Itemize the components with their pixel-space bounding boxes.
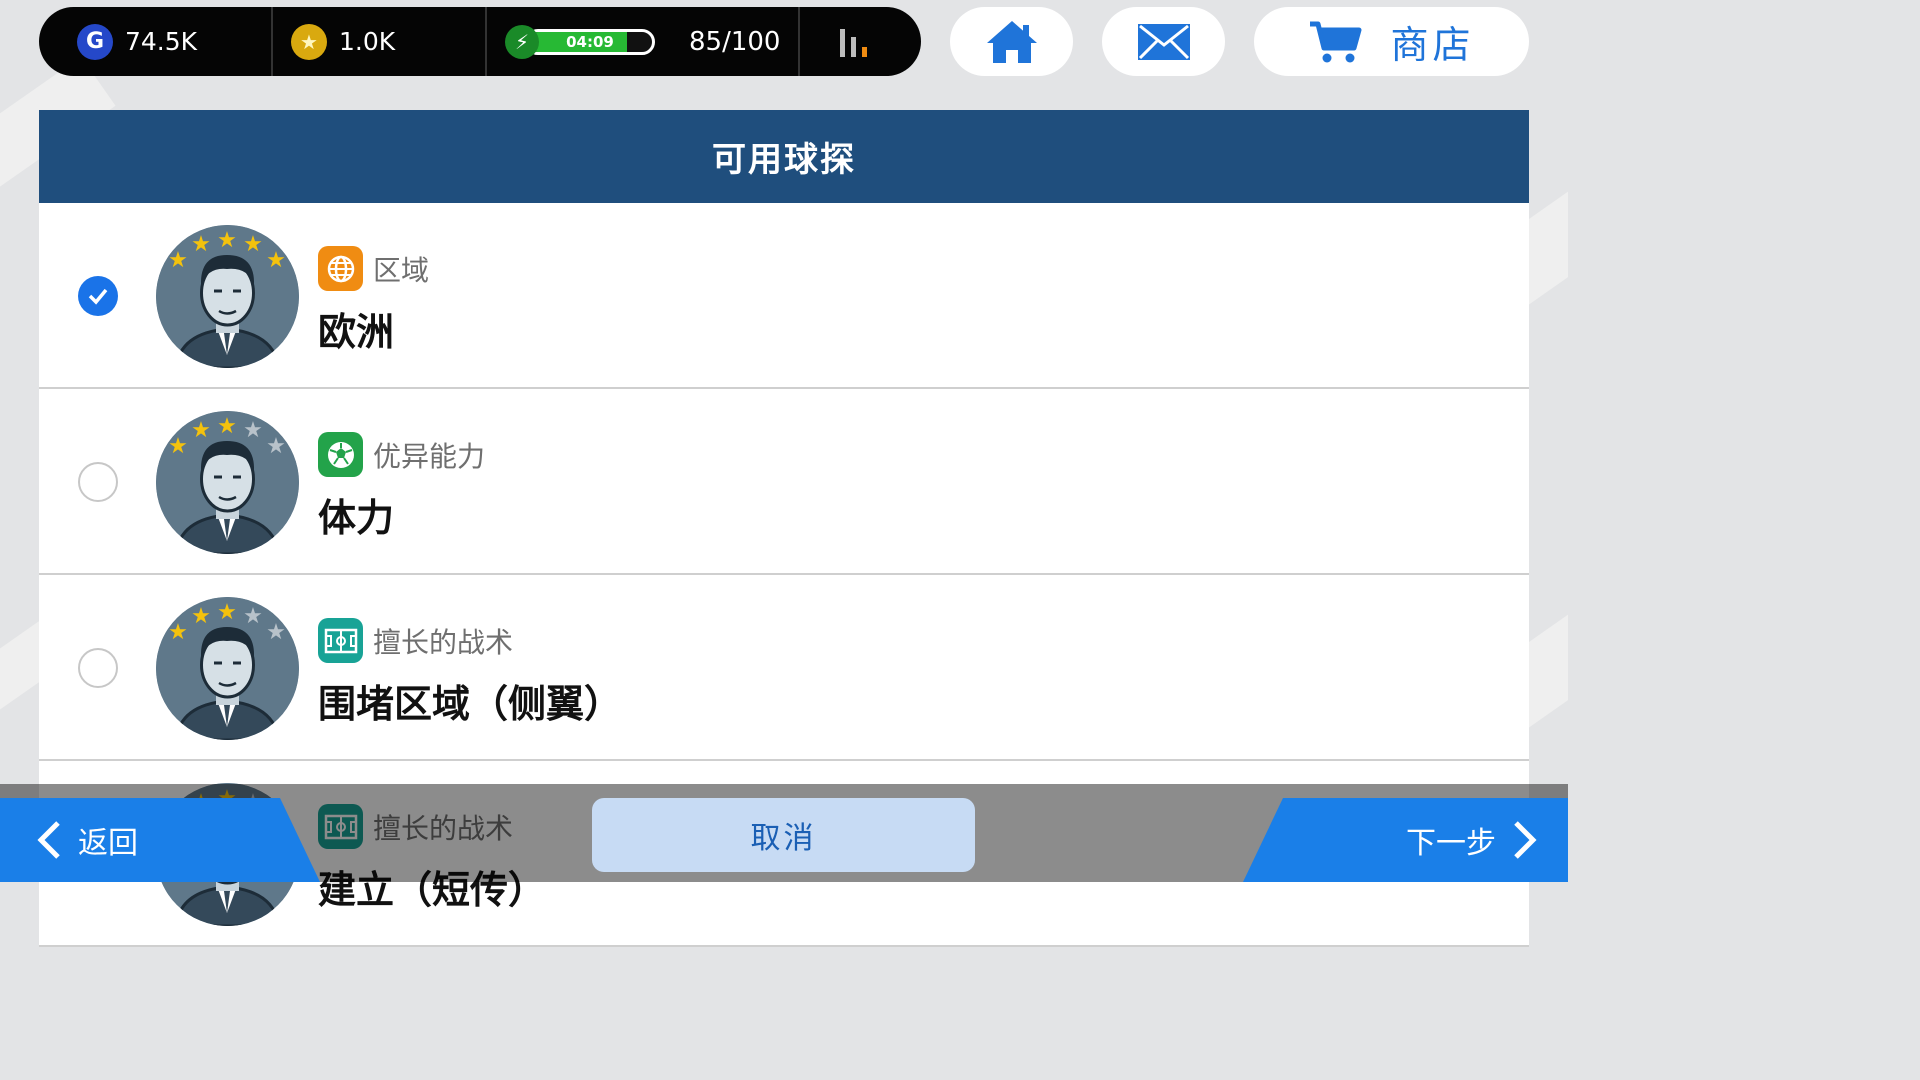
panel-title: 可用球探	[39, 110, 1529, 203]
gp-value: 74.5K	[125, 27, 198, 56]
back-label: 返回	[78, 826, 138, 861]
svg-text:★: ★	[266, 434, 286, 459]
scout-category: 区域	[318, 246, 429, 291]
svg-text:★: ★	[168, 620, 188, 645]
svg-text:★: ★	[266, 248, 286, 273]
gp-icon: G	[77, 23, 113, 60]
tactics-board-icon	[318, 618, 363, 663]
svg-text:★: ★	[217, 414, 237, 439]
scout-avatar: ★★★★★	[156, 597, 299, 740]
shop-button[interactable]: 商店	[1254, 7, 1529, 76]
cancel-button[interactable]: 取消	[592, 798, 975, 872]
mail-icon	[1137, 23, 1190, 60]
resource-bar: G 74.5K ★ 1.0K ⚡ 04:09 85/100	[39, 7, 921, 76]
cancel-label: 取消	[750, 821, 817, 856]
signal-stat	[798, 7, 921, 76]
mail-button[interactable]	[1102, 7, 1225, 76]
svg-text:★: ★	[243, 604, 263, 629]
coin-stat: ★ 1.0K	[271, 7, 485, 76]
radio-unchecked[interactable]	[78, 648, 118, 688]
svg-text:★: ★	[243, 418, 263, 443]
svg-text:★: ★	[243, 232, 263, 257]
svg-text:★: ★	[266, 620, 286, 645]
coin-icon: ★	[291, 23, 327, 60]
svg-text:★: ★	[168, 248, 188, 273]
scout-value: 围堵区域（侧翼）	[318, 682, 623, 726]
energy-timer: 04:09	[566, 32, 614, 51]
category-label: 优异能力	[373, 439, 486, 473]
radio-checked[interactable]	[78, 276, 118, 316]
globe-icon	[318, 246, 363, 291]
scout-category: 优异能力	[318, 432, 485, 477]
next-label: 下一步	[1406, 826, 1496, 861]
next-button[interactable]: 下一步	[1243, 798, 1568, 882]
scout-value: 欧洲	[318, 310, 395, 354]
back-button[interactable]: 返回	[0, 798, 320, 882]
scout-row[interactable]: ★ ★ ★ ★ ★ 优异能力 体力	[39, 389, 1529, 575]
chevron-right-icon	[1514, 821, 1537, 859]
svg-text:★: ★	[217, 600, 237, 625]
lightning-icon: ⚡	[505, 24, 539, 59]
category-label: 擅长的战术	[373, 625, 514, 659]
scout-category: 擅长的战术	[318, 618, 513, 663]
gp-stat: G 74.5K	[39, 7, 271, 76]
home-icon	[986, 20, 1037, 63]
soccer-ball-icon	[318, 432, 363, 477]
scout-row[interactable]: ★ ★ ★ ★ ★ 区域 欧洲	[39, 203, 1529, 389]
category-label: 区域	[373, 253, 430, 287]
coin-value: 1.0K	[339, 27, 396, 56]
checkmark-icon	[88, 288, 108, 305]
scout-value: 体力	[318, 496, 395, 540]
energy-stat: ⚡ 04:09 85/100	[485, 7, 798, 76]
svg-text:★: ★	[191, 604, 211, 629]
radio-unchecked[interactable]	[78, 462, 118, 502]
svg-text:★: ★	[191, 232, 211, 257]
signal-bars-icon	[840, 27, 867, 57]
scout-avatar: ★★★★★	[156, 411, 299, 554]
chevron-left-icon	[37, 821, 60, 859]
cart-icon	[1310, 21, 1362, 62]
svg-text:★: ★	[168, 434, 188, 459]
energy-bar: 04:09	[525, 28, 655, 55]
shop-label: 商店	[1390, 23, 1475, 67]
scout-row[interactable]: ★ ★ ★ ★ ★ 擅长的战术 围堵区域（侧翼）	[39, 575, 1529, 761]
svg-text:★: ★	[217, 228, 237, 253]
home-button[interactable]	[950, 7, 1073, 76]
svg-text:★: ★	[191, 418, 211, 443]
scout-avatar: ★★★★★	[156, 225, 299, 368]
energy-count: 85/100	[689, 26, 781, 57]
